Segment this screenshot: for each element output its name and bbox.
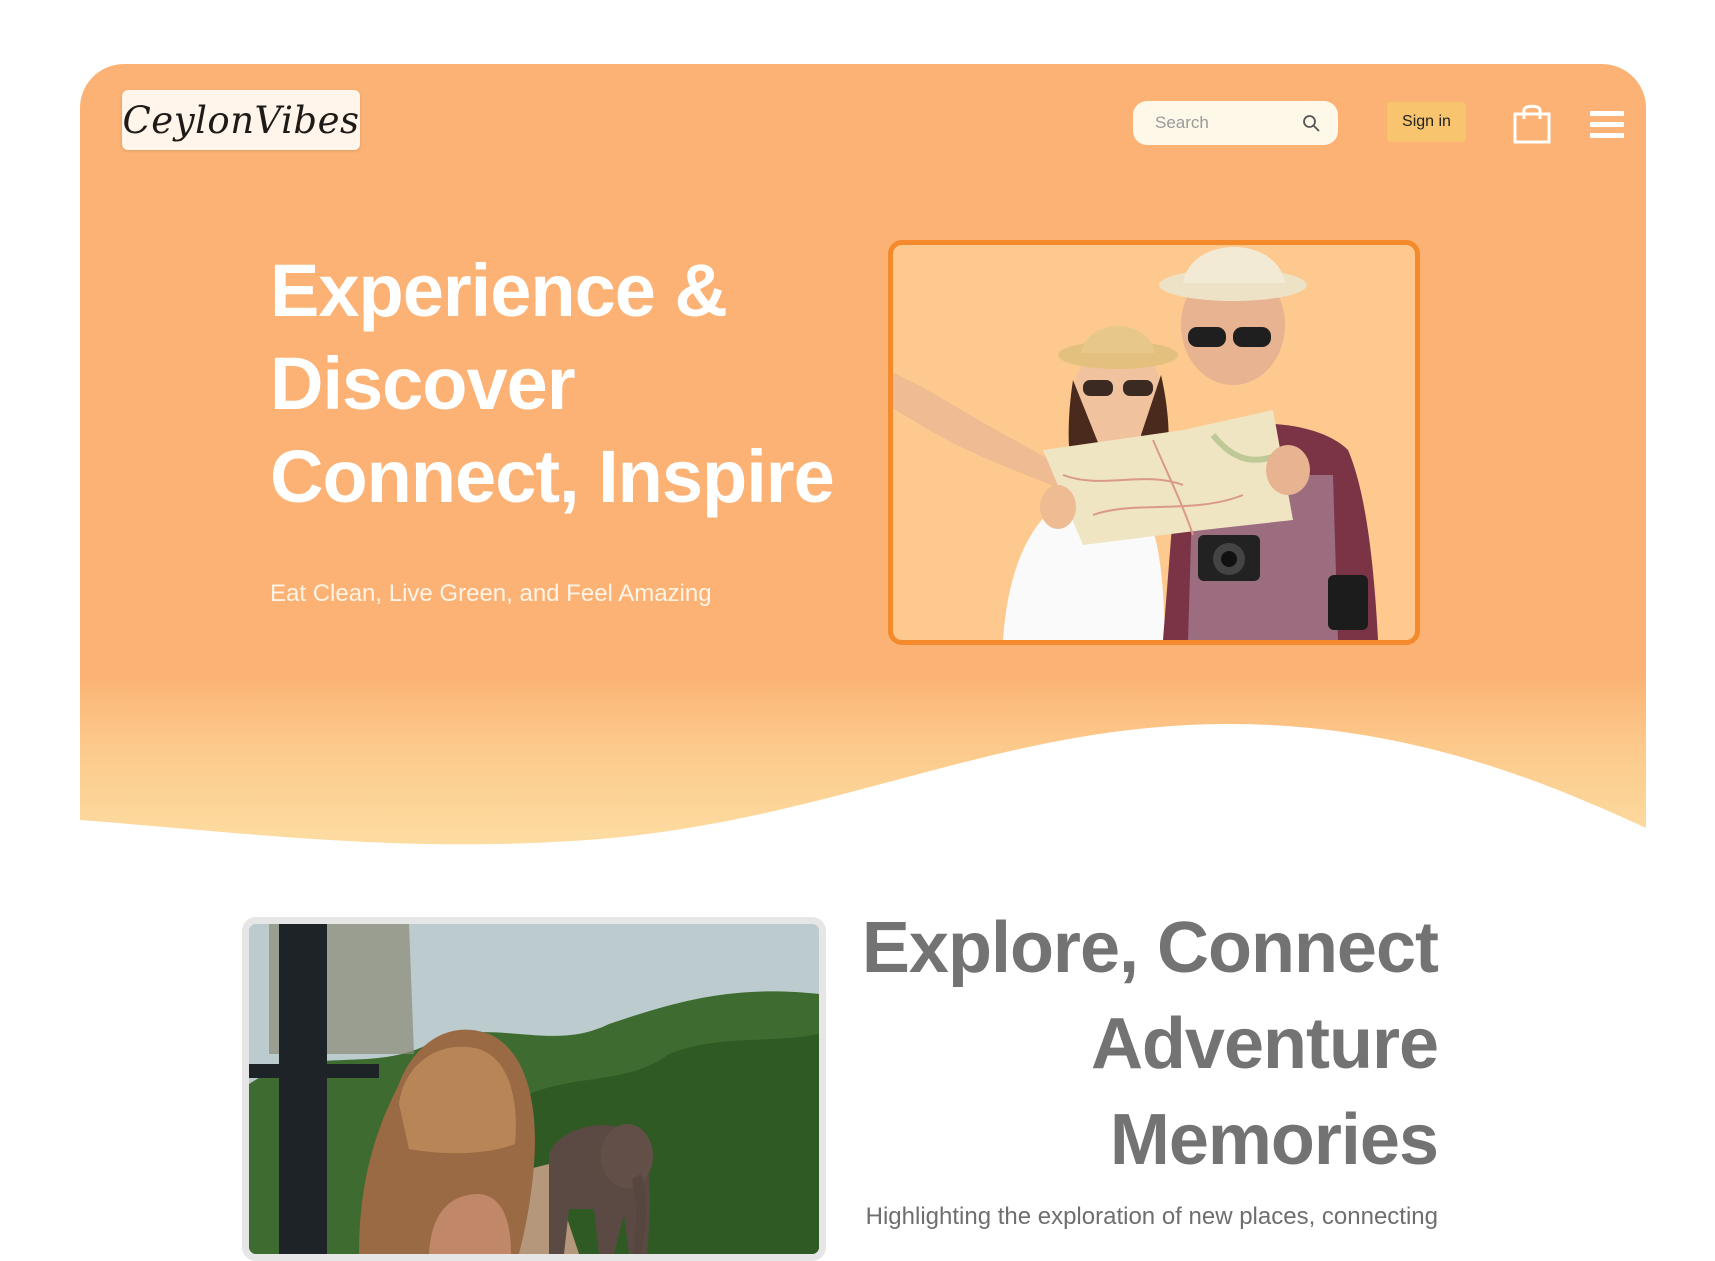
brand-logo-text: CeylonVibes xyxy=(122,98,360,142)
section-headline-line: Memories xyxy=(1109,1100,1439,1180)
hero-headline-line: Discover xyxy=(270,342,576,425)
section-headline: Explore, Connect Adventure Memories xyxy=(830,900,1439,1188)
hero-banner: CeylonVibes Search Sign in Experience & … xyxy=(80,64,1646,864)
search-input[interactable]: Search xyxy=(1155,113,1302,133)
section-subtext: Highlighting the exploration of new plac… xyxy=(865,1203,1438,1230)
safari-elephant-photo xyxy=(242,917,826,1261)
section-headline-line: Adventure xyxy=(1090,1004,1439,1084)
section-headline-line: Explore, Connect xyxy=(861,908,1439,988)
search-box[interactable]: Search xyxy=(1133,101,1338,145)
search-icon[interactable] xyxy=(1302,114,1320,132)
menu-icon[interactable] xyxy=(1590,108,1624,140)
hero-headline-line: Experience & xyxy=(270,249,728,332)
hero-tagline: Eat Clean, Live Green, and Feel Amazing xyxy=(270,580,712,607)
hero-headline-line: Connect, Inspire xyxy=(270,435,835,518)
hero-travelers-photo xyxy=(888,240,1420,645)
sign-in-button[interactable]: Sign in xyxy=(1387,102,1466,142)
shopping-bag-icon[interactable] xyxy=(1512,102,1552,144)
hero-headline: Experience & Discover Connect, Inspire xyxy=(270,244,870,523)
brand-logo[interactable]: CeylonVibes xyxy=(122,90,360,150)
